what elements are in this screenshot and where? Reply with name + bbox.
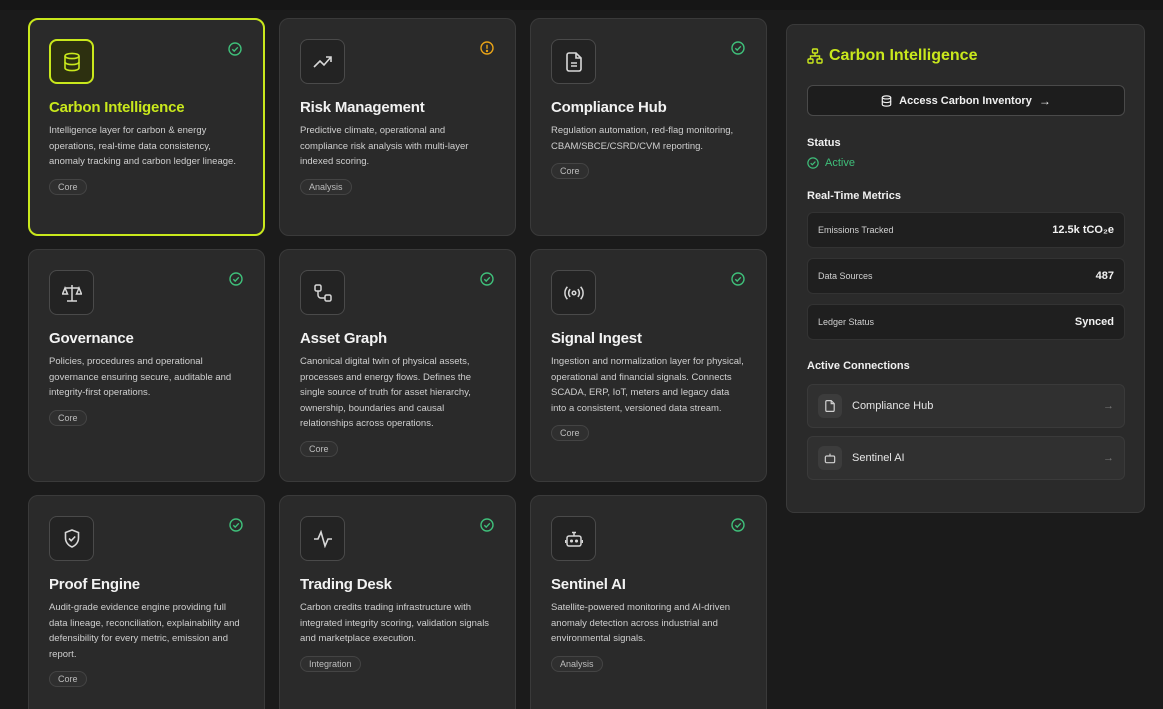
ok-check-icon: [807, 157, 819, 169]
arrow-right-icon: →: [1103, 452, 1114, 464]
module-title: Asset Graph: [300, 330, 387, 347]
connections-label: Active Connections: [807, 360, 910, 372]
module-tag: Integration: [300, 655, 361, 672]
connection-compliance-hub[interactable]: Compliance Hub →: [807, 384, 1125, 428]
module-description: Satellite-powered monitoring and AI-driv…: [551, 602, 731, 644]
metric-value: 487: [1095, 270, 1114, 282]
module-description: Canonical digital twin of physical asset…: [300, 356, 472, 429]
module-title: Compliance Hub: [551, 99, 667, 116]
module-title: Proof Engine: [49, 576, 140, 593]
module-card-trading-desk[interactable]: Trading Desk Carbon credits trading infr…: [279, 495, 516, 709]
module-tag: Analysis: [300, 178, 352, 195]
ok-check-icon: [228, 517, 243, 532]
network-icon: [807, 48, 823, 64]
module-card-governance[interactable]: Governance Policies, procedures and oper…: [28, 249, 265, 482]
metric-row: Data Sources 487: [807, 258, 1125, 294]
module-tag: Core: [49, 409, 87, 426]
module-description: Regulation automation, red-flag monitori…: [551, 125, 734, 152]
module-card-proof-engine[interactable]: Proof Engine Audit-grade evidence engine…: [28, 495, 265, 709]
graph-nodes-icon: [300, 270, 345, 315]
module-description: Intelligence layer for carbon & energy o…: [49, 125, 236, 167]
metric-label: Ledger Status: [818, 317, 875, 327]
module-title: Trading Desk: [300, 576, 392, 593]
detail-panel: Carbon Intelligence Access Carbon Invent…: [786, 24, 1145, 513]
warning-alert-icon: [479, 40, 494, 55]
module-description: Policies, procedures and operational gov…: [49, 356, 232, 398]
metric-value: 12.5k tCO₂e: [1052, 224, 1114, 236]
arrow-right-icon: →: [1103, 400, 1114, 412]
module-description: Predictive climate, operational and comp…: [300, 125, 469, 167]
ok-check-icon: [730, 271, 745, 286]
ok-check-icon: [227, 41, 242, 56]
ok-check-icon: [730, 40, 745, 55]
metric-value: Synced: [1074, 316, 1114, 328]
module-card-signal-ingest[interactable]: Signal Ingest Ingestion and normalizatio…: [530, 249, 767, 482]
module-description: Ingestion and normalization layer for ph…: [551, 356, 744, 414]
panel-title: Carbon Intelligence: [829, 47, 978, 64]
module-tag: Analysis: [551, 655, 603, 672]
trending-up-icon: [300, 39, 345, 84]
bot-icon: [818, 446, 842, 470]
module-title: Risk Management: [300, 99, 425, 116]
module-tag: Core: [551, 425, 589, 441]
document-icon: [551, 39, 596, 84]
metric-row: Emissions Tracked 12.5k tCO₂e: [807, 212, 1125, 248]
document-icon: [818, 394, 842, 418]
module-description: Audit-grade evidence engine providing fu…: [49, 602, 240, 660]
metric-row: Ledger Status Synced: [807, 304, 1125, 340]
database-icon: [49, 39, 94, 84]
database-icon: [881, 94, 892, 107]
shield-check-icon: [49, 516, 94, 561]
broadcast-icon: [551, 270, 596, 315]
connection-label: Compliance Hub: [852, 400, 934, 412]
module-card-risk-management[interactable]: Risk Management Predictive climate, oper…: [279, 18, 516, 236]
scales-icon: [49, 270, 94, 315]
module-tag: Core: [551, 163, 589, 179]
module-title: Signal Ingest: [551, 330, 642, 347]
access-button-label: Access Carbon Inventory: [899, 94, 1032, 107]
status-label: Status: [807, 137, 841, 149]
module-tag: Core: [49, 671, 87, 687]
top-bar: [0, 0, 1163, 10]
module-grid: Carbon Intelligence Intelligence layer f…: [28, 18, 767, 709]
connection-label: Sentinel AI: [852, 452, 905, 464]
ok-check-icon: [479, 517, 494, 532]
status-value-row: Active: [807, 157, 1124, 169]
ok-check-icon: [228, 271, 243, 286]
access-carbon-inventory-button[interactable]: Access Carbon Inventory →: [807, 85, 1125, 116]
metric-label: Emissions Tracked: [818, 225, 894, 235]
arrow-right-icon: →: [1038, 93, 1051, 108]
module-title: Governance: [49, 330, 134, 347]
module-card-compliance-hub[interactable]: Compliance Hub Regulation automation, re…: [530, 18, 767, 236]
module-title: Carbon Intelligence: [49, 99, 185, 116]
panel-header: Carbon Intelligence: [807, 47, 1124, 65]
module-card-carbon-intelligence[interactable]: Carbon Intelligence Intelligence layer f…: [28, 18, 265, 236]
metric-label: Data Sources: [818, 271, 873, 281]
module-card-asset-graph[interactable]: Asset Graph Canonical digital twin of ph…: [279, 249, 516, 482]
module-card-sentinel-ai[interactable]: Sentinel AI Satellite-powered monitoring…: [530, 495, 767, 709]
module-title: Sentinel AI: [551, 576, 626, 593]
metrics-label: Real-Time Metrics: [807, 190, 901, 202]
ok-check-icon: [730, 517, 745, 532]
status-value: Active: [825, 157, 855, 169]
bot-icon: [551, 516, 596, 561]
connection-sentinel-ai[interactable]: Sentinel AI →: [807, 436, 1125, 480]
module-tag: Core: [49, 178, 87, 195]
module-description: Carbon credits trading infrastructure wi…: [300, 602, 490, 644]
ok-check-icon: [479, 271, 494, 286]
pulse-icon: [300, 516, 345, 561]
module-tag: Core: [300, 440, 338, 457]
